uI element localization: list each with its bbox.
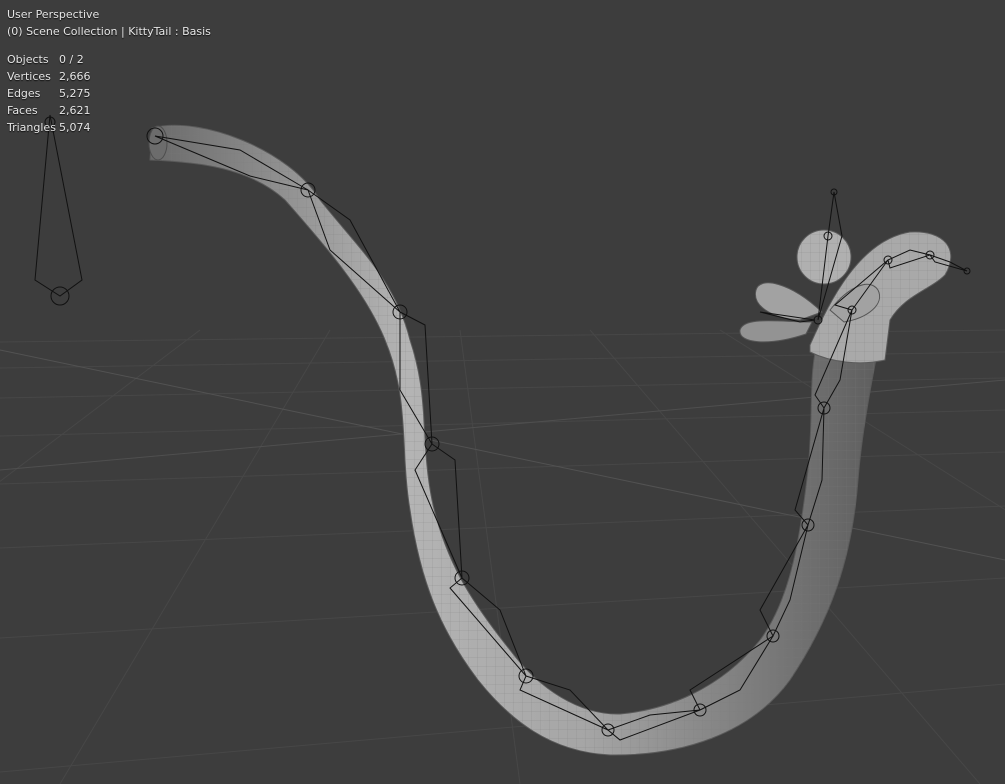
viewport-scene[interactable] bbox=[0, 0, 1005, 784]
3d-viewport[interactable]: User Perspective (0) Scene Collection | … bbox=[0, 0, 1005, 784]
armature-bone-icon bbox=[34, 114, 83, 297]
